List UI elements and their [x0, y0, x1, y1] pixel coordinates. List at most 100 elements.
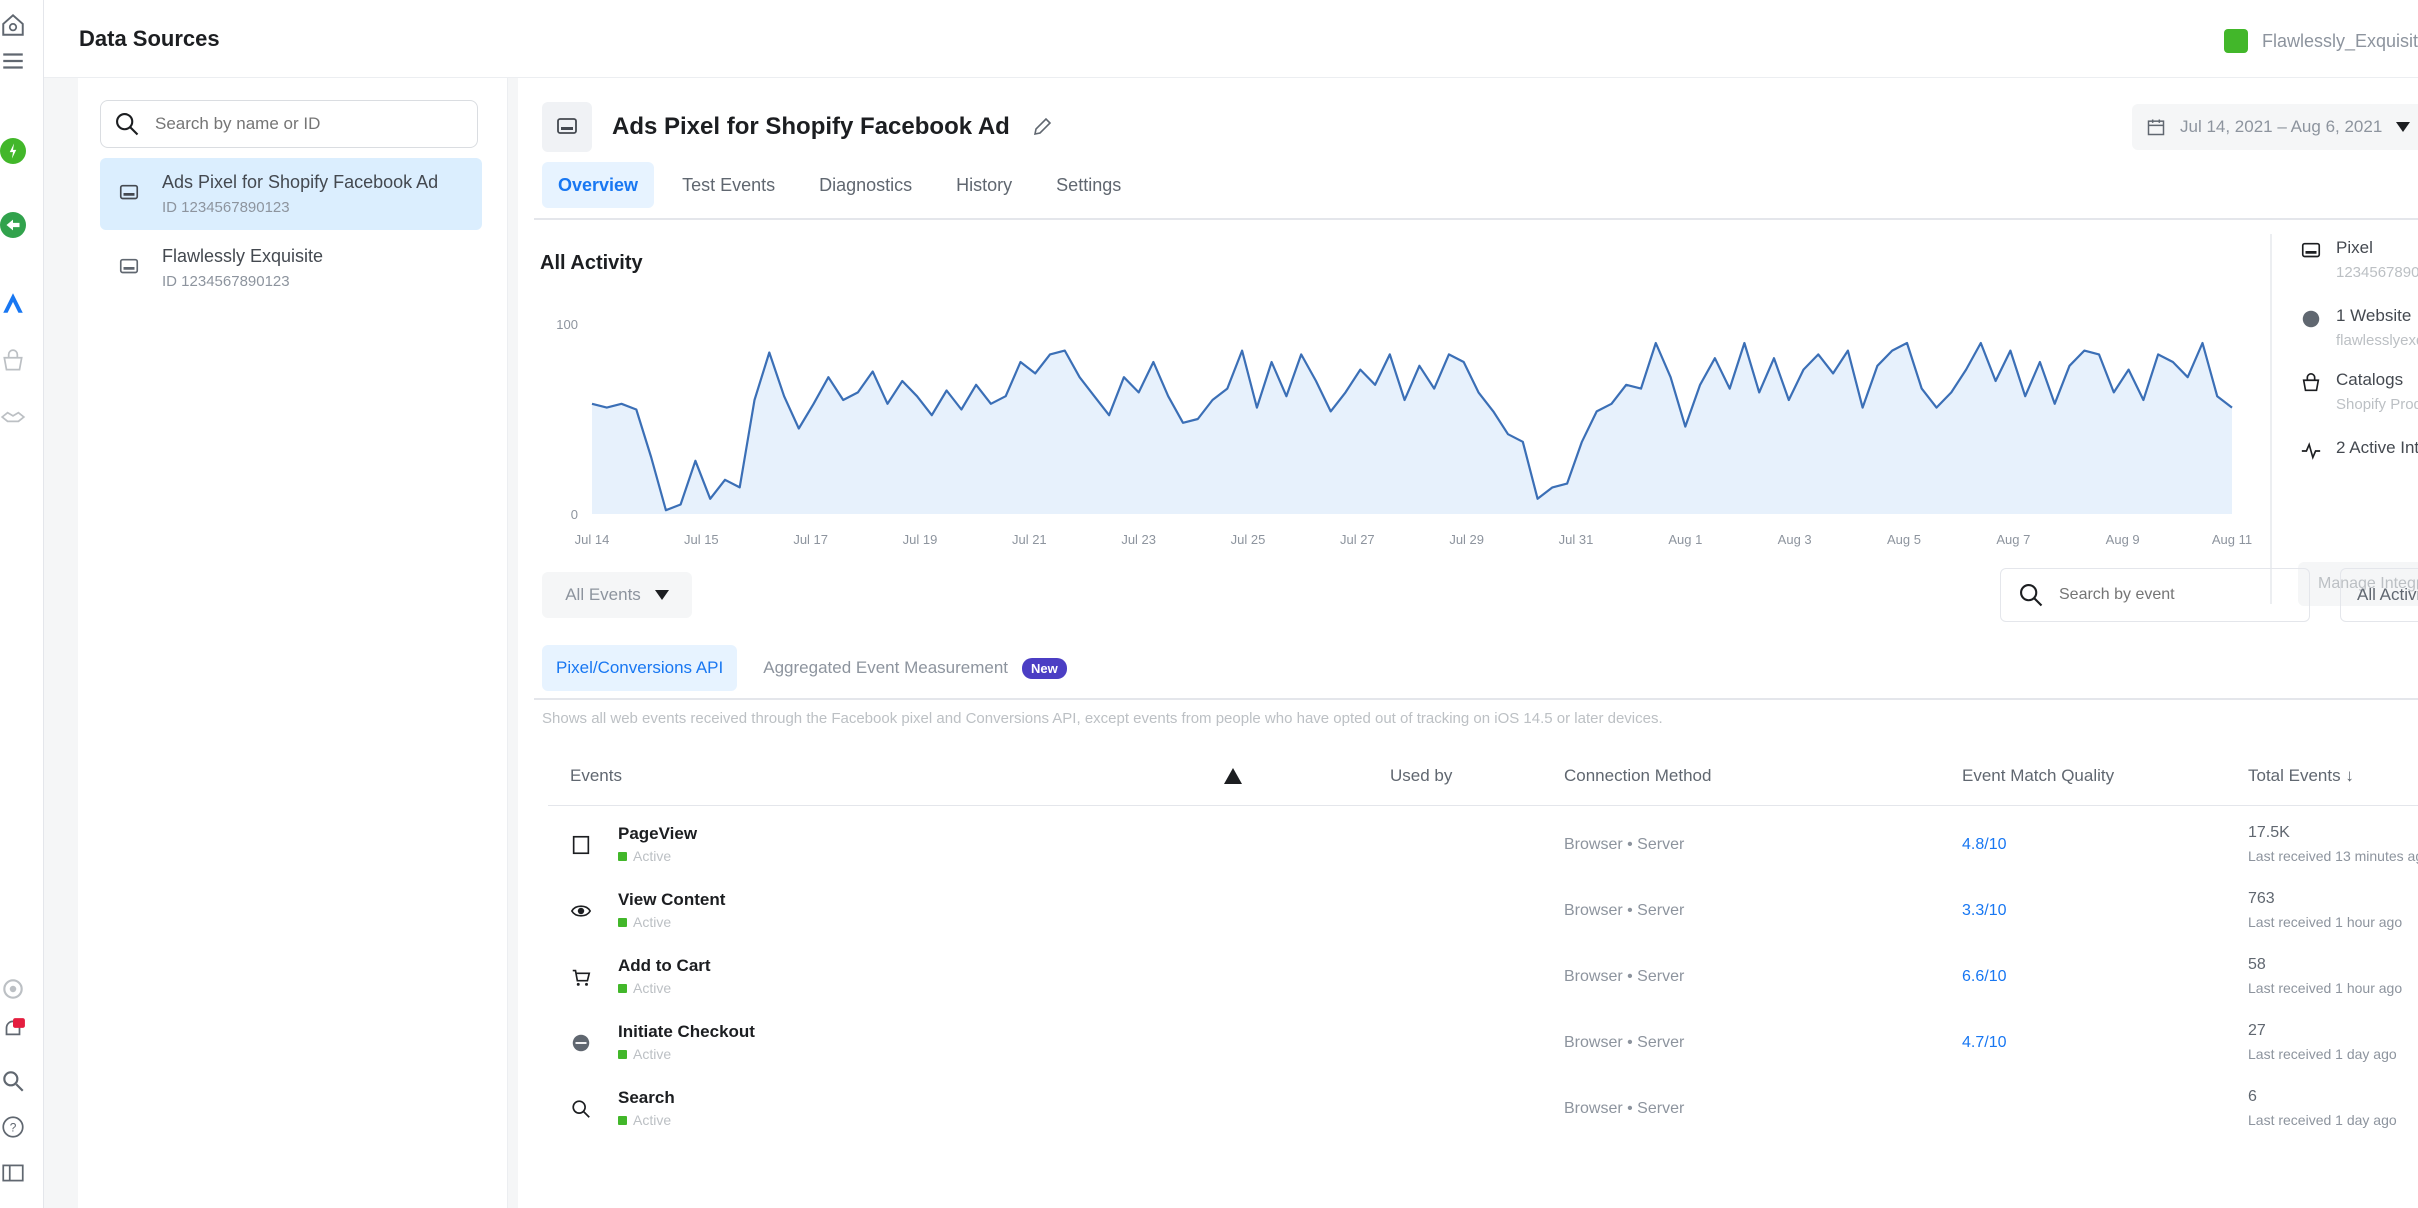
all-activity-button[interactable]: All Activity — [2340, 568, 2418, 622]
source-item-pixel[interactable]: Ads Pixel for Shopify Facebook Ad ID 123… — [100, 158, 482, 230]
chart-area-fill — [592, 343, 2232, 514]
chevron-down-icon — [654, 590, 669, 600]
pixel-detail-panel: Ads Pixel for Shopify Facebook Ad Jul 14… — [518, 78, 2418, 1208]
calendar-icon — [2147, 119, 2165, 136]
event-connection: Browser • Server — [1564, 902, 1685, 919]
menu-icon[interactable] — [0, 48, 26, 74]
chevron-down-icon — [2396, 122, 2411, 132]
x-tick-label: Jul 29 — [1449, 532, 1484, 547]
event-last-received: Last received 1 hour ago — [2248, 914, 2403, 930]
x-tick-label: Aug 11 — [2212, 532, 2252, 547]
summary-integrations-label: 2 Active Integrations — [2336, 438, 2418, 457]
events-search-box[interactable] — [2000, 568, 2310, 622]
event-last-received: Last received 13 minutes ago — [2248, 848, 2418, 864]
col-connection[interactable]: Connection Method — [1564, 766, 1711, 786]
col-events[interactable]: Events — [570, 766, 622, 786]
event-name: Initiate Checkout — [618, 1022, 755, 1041]
x-tick-label: Aug 1 — [1668, 532, 1702, 547]
svg-text:?: ? — [10, 1120, 17, 1134]
summary-website-value: flawlesslyexquisite.com — [2336, 332, 2418, 349]
event-status: Active — [618, 1046, 671, 1062]
events-filter-label: All Events — [565, 585, 641, 604]
pixel-summary: Pixel 1234567890123 1 Website flawlesslyex… — [2288, 238, 2418, 608]
date-range-picker[interactable]: Jul 14, 2021 – Aug 6, 2021 — [2132, 104, 2418, 150]
summary-pixel: Pixel 1234567890123 — [2300, 238, 2418, 281]
source-search-input[interactable] — [155, 114, 455, 134]
x-tick-label: Jul 19 — [903, 532, 938, 547]
edit-pencil-icon[interactable] — [1030, 115, 1054, 139]
account-avatar — [2224, 29, 2248, 53]
chart-title: All Activity — [540, 252, 643, 274]
event-connection: Browser • Server — [1564, 1100, 1685, 1117]
summary-pixel-label: Pixel — [2336, 238, 2373, 257]
source-name: Ads Pixel for Shopify Facebook Ad — [162, 172, 439, 192]
event-last-received: Last received 1 day ago — [2248, 1112, 2397, 1128]
account-selector[interactable]: Flawlessly_Exquisite — [2214, 22, 2418, 60]
table-row[interactable]: View Content Active Browser • Server 3.3… — [548, 878, 2418, 944]
event-match-quality[interactable]: 4.8/10 — [1962, 836, 2006, 854]
x-tick-label: Jul 27 — [1340, 532, 1375, 547]
table-row[interactable]: Add to Cart Active Browser • Server 6.6/… — [548, 944, 2418, 1010]
event-last-received: Last received 1 hour ago — [2248, 980, 2403, 996]
x-tick-label: Jul 17 — [793, 532, 828, 547]
tab-pixel-capi[interactable]: Pixel/Conversions API — [542, 645, 738, 691]
summary-website[interactable]: 1 Website flawlesslyexquisite.com — [2300, 306, 2418, 349]
event-status: Active — [618, 1112, 671, 1128]
table-row[interactable]: PageView Active Browser • Server 4.8/10 … — [548, 812, 2418, 878]
summary-catalog[interactable]: Catalogs Shopify Products — [2300, 370, 2418, 413]
tab-test-events[interactable]: Test Events — [666, 162, 791, 208]
col-emq[interactable]: Event Match Quality — [1962, 766, 2114, 786]
event-match-quality[interactable]: 3.3/10 — [1962, 902, 2006, 920]
search-icon — [572, 1100, 590, 1118]
tab-overview[interactable]: Overview — [542, 162, 655, 208]
tab-history[interactable]: History — [940, 162, 1028, 208]
home-icon[interactable] — [0, 12, 26, 38]
event-total: 17.5K — [2248, 824, 2290, 841]
activity-chart: 0 100 Jul 14 Jul 15 Jul 17 Jul 19 Jul 21 Jul 23… — [556, 317, 2252, 547]
x-tick-label: Jul 23 — [1121, 532, 1156, 547]
help-icon[interactable]: ? — [0, 1114, 26, 1140]
notifications-icon[interactable] — [0, 1016, 26, 1042]
tab-diagnostics[interactable]: Diagnostics — [803, 162, 928, 208]
shopify-app-icon[interactable] — [0, 138, 26, 164]
event-match-quality[interactable]: 4.7/10 — [1962, 1034, 2006, 1052]
event-connection: Browser • Server — [1564, 1034, 1685, 1051]
event-status-text: Active — [633, 980, 672, 996]
pixel-badge — [542, 102, 592, 152]
event-total: 58 — [2248, 956, 2266, 973]
eye-icon — [570, 905, 592, 917]
event-match-quality[interactable]: 6.6/10 — [1962, 968, 2006, 986]
campaign-app-icon[interactable] — [0, 212, 26, 238]
tab-settings[interactable]: Settings — [1040, 162, 1137, 208]
source-search-box[interactable] — [100, 100, 478, 148]
events-search-input[interactable] — [2059, 586, 2279, 604]
pixel-icon — [119, 258, 139, 274]
table-row[interactable]: Search Active Browser • Server 6 Last re… — [548, 1076, 2418, 1142]
event-total: 6 — [2248, 1088, 2257, 1105]
source-id: ID 1234567890123 — [162, 199, 290, 216]
event-status: Active — [618, 914, 671, 930]
ads-manager-icon[interactable] — [0, 290, 26, 316]
new-badge: New — [1022, 657, 1067, 679]
events-table-header: Events Used by Connection Method Event M… — [548, 746, 2418, 806]
panel-toggle-icon[interactable] — [0, 1160, 26, 1186]
tab-aggregated-event-measurement[interactable]: Aggregated Event Measurement New — [749, 645, 1081, 691]
x-tick-label: Jul 25 — [1231, 532, 1266, 547]
summary-integrations[interactable]: 2 Active Integrations — [2300, 438, 2418, 462]
y-tick-label: 100 — [556, 317, 578, 332]
col-total[interactable]: Total Events ↓ — [2248, 766, 2354, 786]
x-tick-label: Aug 7 — [1996, 532, 2030, 547]
search-icon[interactable] — [0, 1068, 26, 1094]
x-tick-label: Jul 21 — [1012, 532, 1047, 547]
catalog-icon — [2302, 373, 2320, 392]
event-source-tabs: Pixel/Conversions API Aggregated Event M… — [542, 644, 1081, 692]
col-used-by[interactable]: Used by — [1390, 766, 1452, 786]
pixel-icon — [119, 184, 139, 200]
shop-icon[interactable] — [0, 348, 26, 374]
source-item-flawlessly[interactable]: Flawlessly Exquisite ID 1234567890123 — [100, 232, 482, 304]
settings-icon[interactable] — [0, 976, 26, 1002]
events-filter-dropdown[interactable]: All Events — [542, 572, 692, 618]
handshake-icon[interactable] — [0, 404, 26, 430]
table-row[interactable]: Initiate Checkout Active Browser • Serve… — [548, 1010, 2418, 1076]
top-header: Data Sources Flawlessly_Exquisite — [44, 0, 2418, 78]
